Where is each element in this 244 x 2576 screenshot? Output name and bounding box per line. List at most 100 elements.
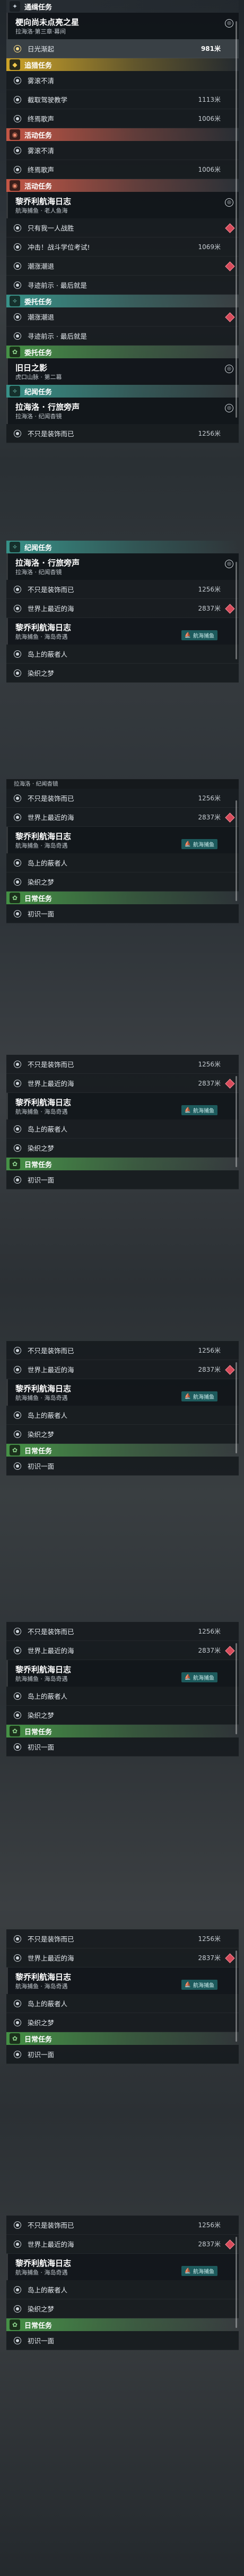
scrollbar[interactable] bbox=[236, 1643, 237, 1734]
objective-row[interactable]: 初识一面 bbox=[6, 904, 239, 923]
category-header[interactable]: ✦ 通缉任务 bbox=[6, 0, 239, 13]
category-header[interactable]: ◆ 追猎任务 bbox=[6, 58, 239, 71]
quest-title-card[interactable]: 黎乔利航海日志 航海捕鱼 · 老人鱼海 ◎ bbox=[6, 192, 239, 218]
objective-row[interactable]: 染织之梦 bbox=[6, 1139, 239, 1158]
objective-row[interactable]: 岛上的蔽者人 bbox=[6, 853, 239, 872]
track-pin-icon[interactable]: ◎ bbox=[225, 19, 233, 28]
objective-row[interactable]: 世界上最近的海 2837米 bbox=[6, 1948, 239, 1968]
objective-row[interactable]: 寻迹前示 · 最后就是 bbox=[6, 276, 239, 295]
scrollbar[interactable] bbox=[236, 21, 237, 418]
scrollbar[interactable] bbox=[236, 1076, 237, 1167]
quest-title-card[interactable]: 黎乔利航海日志 航海捕鱼 · 海岛奇遇 ⛵ 航海捕鱼 bbox=[6, 1968, 239, 1994]
objective-distance: 981米 bbox=[201, 45, 221, 52]
objective-row[interactable]: 截取驾驶教学 1113米 bbox=[6, 90, 239, 109]
quest-title-card[interactable]: 梗向尚未点亮之星 拉海洛·第三章·幕间 ◎ bbox=[6, 13, 239, 39]
category-header[interactable]: ◉ 活动任务 bbox=[6, 179, 239, 192]
category-header[interactable]: ✧ 委托任务 bbox=[6, 295, 239, 307]
objective-row[interactable]: 世界上最近的海 2837米 bbox=[6, 2235, 239, 2254]
quest-title-card[interactable]: 黎乔利航海日志 航海捕鱼 · 海岛奇遇 ⛵ 航海捕鱼 bbox=[6, 827, 239, 853]
category-header[interactable]: ✿ 日常任务 bbox=[6, 2032, 239, 2045]
objective-row[interactable]: 世界上最近的海 2837米 bbox=[6, 808, 239, 827]
objective-row[interactable]: 只有我一人战胜 bbox=[6, 218, 239, 237]
track-pin-icon[interactable]: ◎ bbox=[225, 365, 233, 373]
objective-row[interactable]: 终焉歌声 1006米 bbox=[6, 160, 239, 179]
category-header[interactable]: ✿ 日常任务 bbox=[6, 892, 239, 904]
category-header[interactable]: ✿ 日常任务 bbox=[6, 1725, 239, 1737]
category-icon: ✿ bbox=[10, 1726, 20, 1736]
objective-row[interactable]: 世界上最近的海 2837米 bbox=[6, 1641, 239, 1660]
objective-marker-icon bbox=[14, 650, 21, 658]
category-title: 委托任务 bbox=[24, 298, 53, 306]
category-header[interactable]: ✧ 纪闻任务 bbox=[6, 541, 239, 553]
objective-row[interactable]: 岛上的蔽者人 bbox=[6, 1406, 239, 1425]
objective-label: 终焉歌声 bbox=[28, 166, 55, 174]
objective-row[interactable]: 初识一面 bbox=[6, 2331, 239, 2350]
objective-marker-icon bbox=[14, 1346, 21, 1354]
objective-row[interactable]: 不只是装饰而已 1256米 bbox=[6, 1055, 239, 1074]
track-pin-icon[interactable]: ◎ bbox=[225, 560, 233, 568]
objective-row[interactable]: 岛上的蔽者人 bbox=[6, 1119, 239, 1139]
scrollbar[interactable] bbox=[236, 2237, 237, 2328]
scrollbar[interactable] bbox=[236, 800, 237, 901]
objective-row[interactable]: 世界上最近的海 2837米 bbox=[6, 1074, 239, 1093]
objective-row[interactable]: 岛上的蔽者人 bbox=[6, 2280, 239, 2299]
scrollbar[interactable] bbox=[236, 1362, 237, 1453]
objective-row[interactable]: 潮涨潮退 bbox=[6, 257, 239, 276]
objective-marker-icon bbox=[14, 813, 21, 821]
objective-row[interactable]: 冲击！战斗学位考试! 1069米 bbox=[6, 237, 239, 257]
objective-row[interactable]: 岛上的蔽者人 bbox=[6, 1687, 239, 1706]
category-header[interactable]: ✿ 日常任务 bbox=[6, 1444, 239, 1457]
objective-row[interactable]: 染织之梦 bbox=[6, 2299, 239, 2318]
objective-row[interactable]: 世界上最近的海 2837米 bbox=[6, 1360, 239, 1379]
quest-title-card[interactable]: 旧日之影 虎口山脉 · 第二幕 ◎ bbox=[6, 358, 239, 385]
track-pin-icon[interactable]: ◎ bbox=[225, 198, 233, 207]
objective-row[interactable]: 岛上的蔽者人 bbox=[6, 1994, 239, 2013]
objective-marker-icon bbox=[14, 1743, 21, 1751]
objective-row[interactable]: 染织之梦 bbox=[6, 872, 239, 892]
objective-row[interactable]: 不只是装饰而已 1256米 bbox=[6, 2216, 239, 2235]
objective-label: 世界上最近的海 bbox=[28, 1080, 74, 1088]
objective-row[interactable]: 初识一面 bbox=[6, 2045, 239, 2064]
track-pin-icon[interactable]: ◎ bbox=[225, 404, 233, 412]
objective-row[interactable]: 不只是装饰而已 1256米 bbox=[6, 1341, 239, 1360]
objective-label: 冲击！战斗学位考试! bbox=[28, 243, 90, 251]
objective-row[interactable]: 染织之梦 bbox=[6, 1706, 239, 1725]
quest-title-card[interactable]: 黎乔利航海日志 航海捕鱼 · 海岛奇遇 ⛵ 航海捕鱼 bbox=[6, 1093, 239, 1119]
category-header[interactable]: ✿ 委托任务 bbox=[6, 346, 239, 358]
quest-subtitle: 拉海洛 · 纪闻杳镜 bbox=[15, 413, 62, 420]
objective-row[interactable]: 日光渐起 981米 bbox=[6, 39, 239, 58]
scrollbar[interactable] bbox=[236, 562, 237, 659]
objective-row[interactable]: 不只是装饰而已 1256米 bbox=[6, 580, 239, 599]
objective-row[interactable]: 终焉歌声 1006米 bbox=[6, 109, 239, 128]
objective-row[interactable]: 潮涨潮退 bbox=[6, 307, 239, 327]
objective-row[interactable]: 初识一面 bbox=[6, 1170, 239, 1189]
quest-title-card[interactable]: 拉海洛 · 行旅旁声 拉海洛 · 纪闻杳镜 ◎ bbox=[6, 398, 239, 424]
objective-row[interactable]: 染织之梦 bbox=[6, 1425, 239, 1444]
category-header[interactable]: ✿ 日常任务 bbox=[6, 2318, 239, 2331]
objective-row[interactable]: 不只是装饰而已 1256米 bbox=[6, 789, 239, 808]
scrollbar[interactable] bbox=[236, 1951, 237, 2042]
objective-row[interactable]: 染织之梦 bbox=[6, 2013, 239, 2032]
objective-label: 初识一面 bbox=[28, 910, 55, 918]
objective-row[interactable]: 雾滚不清 bbox=[6, 141, 239, 160]
quest-title-card[interactable]: 黎乔利航海日志 航海捕鱼 · 海岛奇遇 ⛵ 航海捕鱼 bbox=[6, 618, 239, 645]
quest-title-card[interactable]: 黎乔利航海日志 航海捕鱼 · 海岛奇遇 ⛵ 航海捕鱼 bbox=[6, 1379, 239, 1406]
category-header[interactable]: ◉ 活动任务 bbox=[6, 128, 239, 141]
objective-row[interactable]: 岛上的蔽者人 bbox=[6, 645, 239, 664]
quest-title-card[interactable]: 黎乔利航海日志 航海捕鱼 · 海岛奇遇 ⛵ 航海捕鱼 bbox=[6, 1660, 239, 1687]
quest-title-card[interactable]: 拉海洛 · 行旅旁声 拉海洛 · 纪闻杳镜 ◎ bbox=[6, 553, 239, 580]
objective-row[interactable]: 不只是装饰而已 1256米 bbox=[6, 1929, 239, 1948]
category-icon: ✦ bbox=[10, 1, 20, 12]
objective-row[interactable]: 不只是装饰而已 1256米 bbox=[6, 1622, 239, 1641]
objective-row[interactable]: 染织之梦 bbox=[6, 664, 239, 683]
category-header[interactable]: ✿ 日常任务 bbox=[6, 1158, 239, 1170]
category-header[interactable]: ✧ 纪闻任务 bbox=[6, 385, 239, 398]
objective-row[interactable]: 不只是装饰而已 1256米 bbox=[6, 424, 239, 443]
objective-row[interactable]: 世界上最近的海 2837米 bbox=[6, 599, 239, 618]
quest-title-card[interactable]: 黎乔利航海日志 航海捕鱼 · 海岛奇遇 ⛵ 航海捕鱼 bbox=[6, 2254, 239, 2280]
objective-row[interactable]: 雾滚不清 bbox=[6, 71, 239, 90]
objective-row[interactable]: 初识一面 bbox=[6, 1457, 239, 1476]
objective-row[interactable]: 初识一面 bbox=[6, 1737, 239, 1757]
objective-row[interactable]: 寻迹前示 · 最后就是 bbox=[6, 327, 239, 346]
objective-marker-icon bbox=[14, 1692, 21, 1700]
